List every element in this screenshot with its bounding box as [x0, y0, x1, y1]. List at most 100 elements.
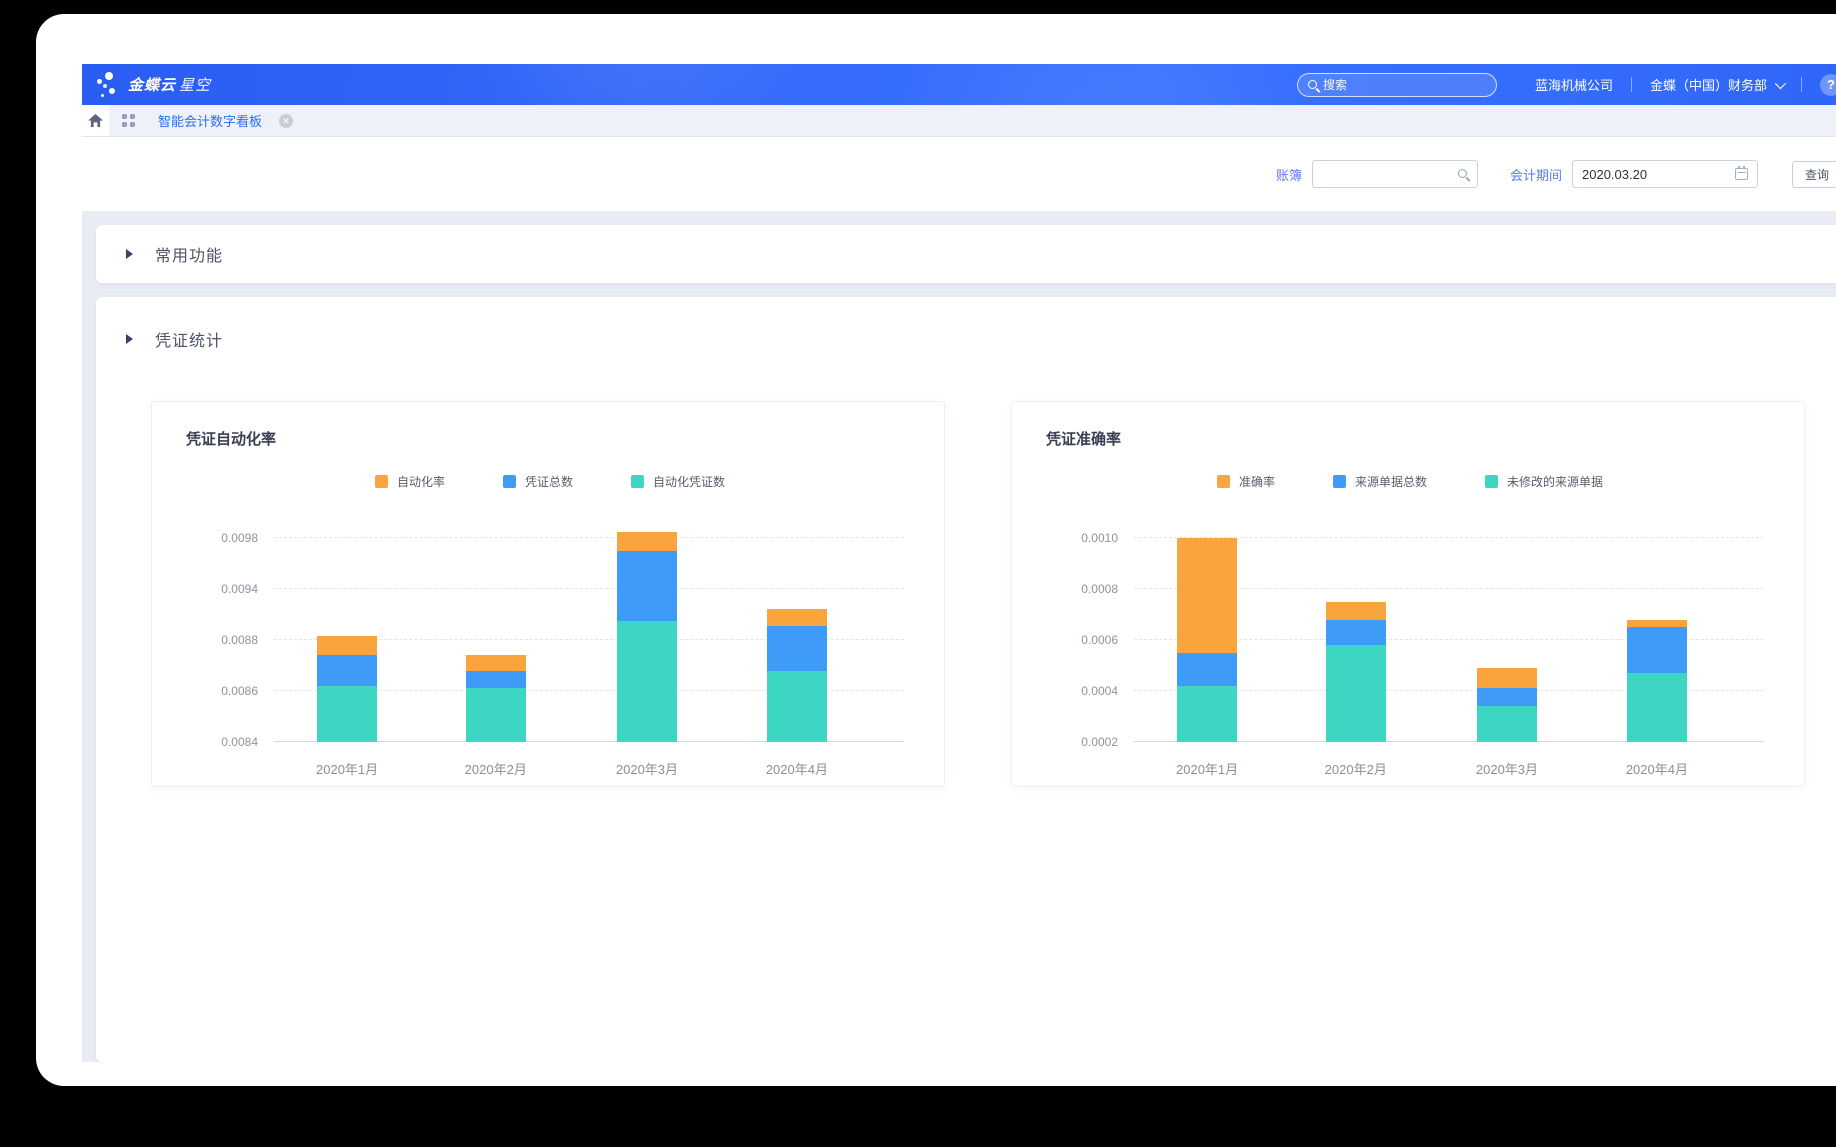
- query-button[interactable]: 查询: [1792, 161, 1836, 188]
- bar-segment-blue[interactable]: [1477, 688, 1537, 706]
- bar-segment-blue[interactable]: [1627, 627, 1687, 673]
- legend-item[interactable]: 自动化率: [375, 473, 445, 490]
- search-icon: [1308, 80, 1317, 89]
- period-label: 会计期间: [1510, 165, 1562, 184]
- x-axis-label: 2020年1月: [1176, 759, 1238, 778]
- section-title: 凭证统计: [155, 327, 223, 351]
- tab-dashboard[interactable]: 智能会计数字看板 ✕: [158, 111, 293, 130]
- department-dropdown[interactable]: 金蝶（中国）财务部: [1650, 75, 1783, 94]
- legend-item[interactable]: 准确率: [1217, 473, 1275, 490]
- x-axis-label: 2020年2月: [1325, 759, 1387, 778]
- legend-label: 自动化凭证数: [653, 473, 725, 490]
- bar-segment-orange[interactable]: [617, 532, 677, 551]
- top-navbar: 金蝶云星空 搜索 蓝海机械公司 金蝶（中国）财务部 ?: [82, 64, 1836, 105]
- search-placeholder: 搜索: [1323, 76, 1347, 93]
- app-menu-button[interactable]: [122, 114, 135, 127]
- calendar-icon[interactable]: [1735, 168, 1748, 180]
- plot-area: [274, 514, 904, 742]
- period-date-input[interactable]: 2020.03.20: [1572, 160, 1758, 188]
- chart-voucher-accuracy-rate: 凭证准确率准确率 来源单据总数 未修改的来源单据 0.00020.00040.0006…: [1011, 401, 1805, 787]
- brand-name-light: 星空: [179, 77, 211, 94]
- bar-segment-orange[interactable]: [317, 636, 377, 656]
- bar-segment-blue[interactable]: [767, 626, 827, 670]
- section-title: 常用功能: [155, 242, 223, 266]
- bar-segment-orange[interactable]: [767, 609, 827, 627]
- legend-swatch-orange: [1217, 475, 1230, 488]
- bar-segment-blue[interactable]: [1177, 653, 1237, 686]
- app-root: 金蝶云星空 搜索 蓝海机械公司 金蝶（中国）财务部 ? 智能会计数字看: [82, 64, 1836, 1062]
- bar-segment-blue[interactable]: [317, 655, 377, 686]
- page-content: 常用功能 凭证统计 凭证自动化率自动化率凭证总数自动化凭证数0.00840.00…: [82, 211, 1836, 1062]
- brand-logo: 金蝶云星空: [96, 72, 211, 98]
- app-window: 金蝶云星空 搜索 蓝海机械公司 金蝶（中国）财务部 ? 智能会计数字看: [36, 14, 1836, 1086]
- charts-row: 凭证自动化率自动化率凭证总数自动化凭证数0.00840.00860.00880.…: [151, 401, 1836, 787]
- brand-name-bold: 金蝶云: [128, 77, 176, 94]
- x-axis-label: 2020年3月: [616, 759, 678, 778]
- filter-bar: 账簿 会计期间 2020.03.20 查询: [82, 137, 1836, 211]
- lookup-icon[interactable]: [1458, 169, 1467, 178]
- help-button[interactable]: ?: [1820, 74, 1836, 96]
- chart-legend: 自动化率 凭证总数 自动化凭证数: [186, 473, 914, 490]
- bar-segment-orange[interactable]: [1177, 538, 1237, 653]
- chart-title: 凭证自动化率: [186, 428, 914, 449]
- bar-segment-blue[interactable]: [466, 671, 526, 689]
- legend-label: 凭证总数: [525, 473, 573, 490]
- navbar-divider: [1631, 77, 1632, 92]
- legend-item[interactable]: 自动化凭证数: [631, 473, 725, 490]
- x-axis-label: 2020年3月: [1476, 759, 1538, 778]
- bar-segment-teal[interactable]: [1627, 673, 1687, 742]
- legend-label: 来源单据总数: [1355, 473, 1427, 490]
- chart-legend: 准确率 来源单据总数 未修改的来源单据: [1046, 473, 1774, 490]
- chevron-down-icon: [1775, 77, 1786, 88]
- bar-segment-blue[interactable]: [617, 551, 677, 622]
- section-common-functions[interactable]: 常用功能: [96, 225, 1836, 283]
- home-button[interactable]: [82, 105, 109, 136]
- section-voucher-statistics: 凭证统计 凭证自动化率自动化率凭证总数自动化凭证数0.00840.00860.0…: [96, 297, 1836, 1062]
- bar-segment-teal[interactable]: [617, 621, 677, 742]
- bar-segment-teal[interactable]: [317, 686, 377, 742]
- chart-plot: 0.00020.00040.00060.00080.00102020年1月202…: [1046, 514, 1774, 782]
- global-search-input[interactable]: 搜索: [1297, 73, 1497, 97]
- tab-strip: 智能会计数字看板 ✕: [82, 105, 1836, 137]
- legend-swatch-teal: [631, 475, 644, 488]
- section-header[interactable]: 凭证统计: [126, 327, 1836, 351]
- navbar-divider: [1801, 77, 1802, 92]
- y-axis-tick: 0.0098: [186, 531, 258, 545]
- bar-segment-teal[interactable]: [466, 688, 526, 742]
- bar-segment-orange[interactable]: [1477, 668, 1537, 688]
- y-axis-tick: 0.0086: [186, 684, 258, 698]
- x-axis-label: 2020年2月: [465, 759, 527, 778]
- company-name[interactable]: 蓝海机械公司: [1535, 75, 1613, 94]
- bar-segment-blue[interactable]: [1326, 620, 1386, 646]
- x-axis-label: 2020年4月: [1626, 759, 1688, 778]
- legend-item[interactable]: 来源单据总数: [1333, 473, 1427, 490]
- gridline: [274, 588, 904, 589]
- department-label: 金蝶（中国）财务部: [1650, 75, 1767, 94]
- y-axis-tick: 0.0008: [1046, 582, 1118, 596]
- legend-swatch-blue: [503, 475, 516, 488]
- y-axis-tick: 0.0094: [186, 582, 258, 596]
- expand-arrow-icon[interactable]: [126, 334, 133, 344]
- legend-item[interactable]: 未修改的来源单据: [1485, 473, 1603, 490]
- legend-swatch-blue: [1333, 475, 1346, 488]
- legend-item[interactable]: 凭证总数: [503, 473, 573, 490]
- bar-segment-teal[interactable]: [767, 671, 827, 742]
- chart-voucher-automation-rate: 凭证自动化率自动化率凭证总数自动化凭证数0.00840.00860.00880.…: [151, 401, 945, 787]
- chart-title: 凭证准确率: [1046, 428, 1774, 449]
- brand-name: 金蝶云星空: [128, 74, 211, 95]
- expand-arrow-icon[interactable]: [126, 249, 133, 259]
- bar-segment-teal[interactable]: [1326, 645, 1386, 742]
- legend-label: 自动化率: [397, 473, 445, 490]
- book-lookup-input[interactable]: [1312, 160, 1478, 188]
- plot-area: [1134, 514, 1764, 742]
- bar-segment-orange[interactable]: [1326, 602, 1386, 620]
- legend-label: 未修改的来源单据: [1507, 473, 1603, 490]
- bar-segment-teal[interactable]: [1177, 686, 1237, 742]
- gridline: [274, 537, 904, 538]
- tab-close-icon[interactable]: ✕: [279, 114, 293, 128]
- bar-segment-teal[interactable]: [1477, 706, 1537, 742]
- y-axis-tick: 0.0004: [1046, 684, 1118, 698]
- bar-segment-orange[interactable]: [466, 655, 526, 670]
- bar-segment-orange[interactable]: [1627, 620, 1687, 628]
- y-axis-tick: 0.0088: [186, 633, 258, 647]
